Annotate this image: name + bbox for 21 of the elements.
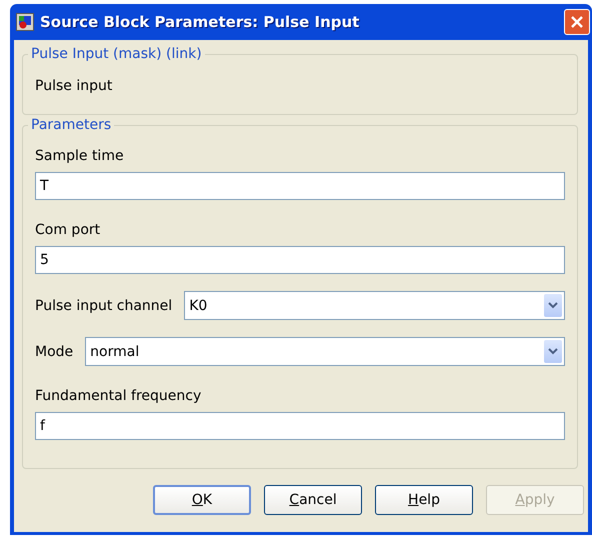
dropdown[interactable]: K0	[184, 291, 565, 320]
input-field[interactable]: 5	[35, 246, 565, 274]
chevron-down-icon	[544, 294, 562, 317]
window-title: Source Block Parameters: Pulse Input	[40, 13, 360, 31]
close-button[interactable]	[564, 9, 590, 35]
block-diagram-icon	[16, 13, 34, 31]
field-label: Fundamental frequency	[35, 388, 202, 404]
field-label: Sample time	[35, 148, 125, 164]
input-field[interactable]: f	[35, 412, 565, 440]
chevron-down-icon	[544, 340, 562, 363]
field-label: Pulse input channel	[35, 298, 172, 314]
block-description: Pulse input	[35, 78, 112, 94]
dialog-button[interactable]: Cancel	[264, 485, 362, 515]
field-label: Mode	[35, 344, 74, 360]
field-label: Com port	[35, 222, 102, 238]
dialog-button[interactable]: OK	[153, 485, 251, 515]
dropdown[interactable]: normal	[85, 337, 565, 366]
group-legend: Pulse Input (mask) (link)	[28, 46, 205, 62]
dialog-button[interactable]: Help	[375, 485, 473, 515]
input-field[interactable]: T	[35, 172, 565, 200]
close-icon	[571, 16, 583, 28]
